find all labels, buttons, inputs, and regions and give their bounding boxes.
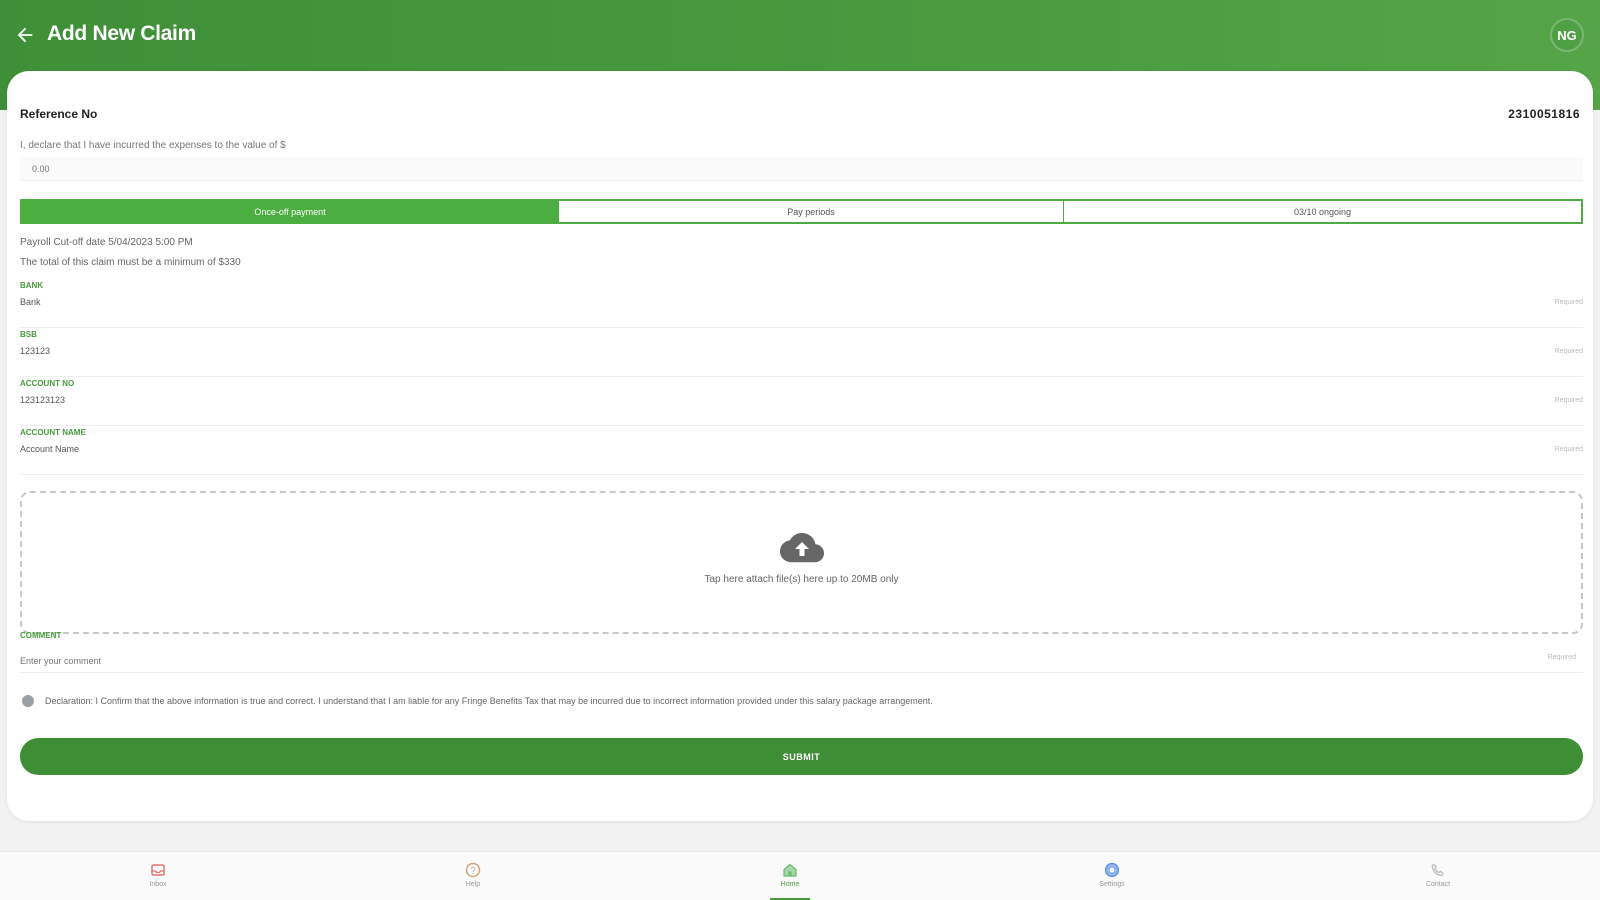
submit-button[interactable]: SUBMIT xyxy=(20,738,1583,775)
file-upload-dropzone[interactable]: Tap here attach file(s) here up to 20MB … xyxy=(20,491,1583,634)
reference-value: 2310051816 xyxy=(1508,107,1580,121)
inbox-icon xyxy=(151,864,165,876)
account-no-required-hint: Required xyxy=(1554,397,1583,404)
nav-settings[interactable]: Settings xyxy=(1077,852,1147,900)
payment-type-tabs: Once-off payment Pay periods 03/10 ongoi… xyxy=(20,199,1583,224)
back-arrow-icon[interactable] xyxy=(14,24,36,46)
account-name-field[interactable]: ACCOUNT NAME Account Name Required xyxy=(20,426,1583,475)
account-no-label: ACCOUNT NO xyxy=(20,379,75,388)
comment-input[interactable] xyxy=(20,649,1583,673)
bank-field[interactable]: BANK Bank Required xyxy=(20,279,1583,328)
account-name-label: ACCOUNT NAME xyxy=(20,428,86,437)
declaration-radio[interactable] xyxy=(22,695,34,707)
declaration-text: Declaration: I Confirm that the above in… xyxy=(45,696,933,706)
reference-label: Reference No xyxy=(20,107,98,121)
help-icon: ? xyxy=(465,862,481,878)
payroll-cutoff-text: Payroll Cut-off date 5/04/2023 5:00 PM xyxy=(20,237,193,248)
bsb-value[interactable]: 123123 xyxy=(20,346,50,356)
bottom-navigation: Inbox ? Help Home Settings Contact xyxy=(0,851,1600,900)
declare-amount-text: I, declare that I have incurred the expe… xyxy=(20,140,286,151)
phone-icon xyxy=(1431,863,1444,877)
bank-required-hint: Required xyxy=(1554,299,1583,306)
nav-contact[interactable]: Contact xyxy=(1403,852,1473,900)
bsb-required-hint: Required xyxy=(1554,348,1583,355)
nav-contact-label: Contact xyxy=(1425,881,1451,888)
nav-help[interactable]: ? Help xyxy=(438,852,508,900)
settings-icon xyxy=(1104,862,1120,878)
page-title: Add New Claim xyxy=(47,22,196,45)
bank-value[interactable]: Bank xyxy=(20,297,41,307)
cloud-upload-icon xyxy=(780,533,824,563)
nav-home[interactable]: Home xyxy=(755,852,825,900)
comment-label: COMMENT xyxy=(20,631,62,640)
account-name-required-hint: Required xyxy=(1554,446,1583,453)
upload-instructions: Tap here attach file(s) here up to 20MB … xyxy=(704,574,899,585)
avatar[interactable]: NG xyxy=(1550,18,1584,52)
tab-pay-periods[interactable]: Pay periods xyxy=(558,201,1063,222)
tab-ongoing[interactable]: 03/10 ongoing xyxy=(1063,201,1581,222)
account-name-value[interactable]: Account Name xyxy=(20,444,79,454)
bank-label: BANK xyxy=(20,281,44,290)
bsb-label: BSB xyxy=(20,330,37,339)
claim-form-card: Reference No 2310051816 I, declare that … xyxy=(7,71,1593,821)
account-no-value[interactable]: 123123123 xyxy=(20,395,65,405)
svg-text:?: ? xyxy=(470,866,475,876)
tab-once-off-payment[interactable]: Once-off payment xyxy=(22,201,558,222)
home-icon xyxy=(783,863,797,877)
nav-home-label: Home xyxy=(780,881,800,888)
nav-inbox-label: Inbox xyxy=(149,881,167,888)
nav-help-label: Help xyxy=(465,881,481,888)
nav-settings-label: Settings xyxy=(1099,881,1125,888)
comment-required-hint: Required xyxy=(1547,654,1576,661)
bsb-field[interactable]: BSB 123123 Required xyxy=(20,328,1583,377)
nav-inbox[interactable]: Inbox xyxy=(123,852,193,900)
account-no-field[interactable]: ACCOUNT NO 123123123 Required xyxy=(20,377,1583,426)
minimum-note-text: The total of this claim must be a minimu… xyxy=(20,257,241,268)
declaration-row: Declaration: I Confirm that the above in… xyxy=(22,695,933,707)
amount-input[interactable] xyxy=(20,157,1583,181)
